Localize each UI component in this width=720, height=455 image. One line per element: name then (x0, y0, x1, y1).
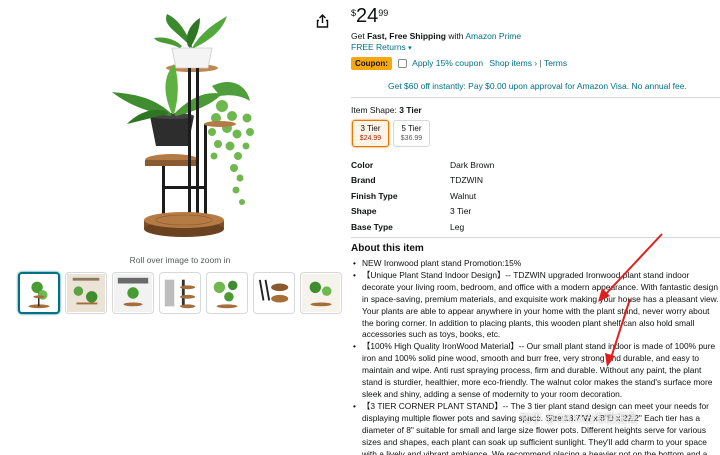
spec-value: TDZWIN (450, 175, 484, 186)
spec-key: Finish Type (351, 190, 398, 201)
bullet-item: 【Unique Plant Stand Indoor Design】-- TDZ… (351, 270, 720, 341)
thumbnail-strip (18, 272, 342, 314)
chevron-down-icon[interactable]: ▾ (408, 45, 412, 52)
coupon-badge: Coupon: (351, 57, 392, 70)
about-title: About this item (351, 243, 424, 254)
price-whole: 24 (356, 5, 379, 27)
spec-row-shape: Shape 3 Tier (351, 204, 494, 220)
spec-value: Leg (450, 221, 465, 232)
shape-option-name: 5 Tier (401, 124, 422, 133)
shape-option-price: $24.99 (359, 135, 382, 142)
apply-coupon-label[interactable]: Apply 15% coupon (412, 58, 483, 68)
chevron-right-icon: › (531, 58, 538, 68)
main-product-image[interactable] (92, 6, 270, 248)
watermark: 知乎 @OKKI出海情报局 (520, 413, 638, 425)
thumbnail-1[interactable] (18, 272, 60, 314)
spec-key: Base Type (351, 221, 393, 232)
bullet-item: 【3 TIER CORNER PLANT STAND】-- The 3 tier… (351, 401, 720, 455)
thumbnail-3[interactable] (112, 272, 154, 314)
shop-items-link[interactable]: Shop items (489, 58, 532, 68)
price: $2499 (351, 5, 388, 28)
item-shape-selected: 3 Tier (399, 105, 422, 115)
price-fraction: 99 (378, 8, 389, 18)
spec-value: Dark Brown (450, 159, 495, 170)
spec-key: Brand (351, 175, 376, 186)
terms-link[interactable]: Terms (544, 58, 567, 68)
spec-row-base: Base Type Leg (351, 219, 494, 235)
spec-row-finish: Finish Type Walnut (351, 188, 494, 204)
item-shape-label: Item Shape: 3 Tier (351, 105, 422, 115)
divider (351, 237, 720, 238)
bullet-item: NEW Ironwood plant stand Promotion:15% (351, 258, 720, 270)
shipping-get: Get (351, 31, 365, 41)
thumbnail-7[interactable] (300, 272, 342, 314)
share-button[interactable] (312, 11, 332, 31)
coupon-checkbox[interactable] (398, 59, 408, 69)
price-symbol: $ (351, 8, 357, 18)
prime-link[interactable]: Amazon Prime (465, 31, 521, 41)
free-returns-link[interactable]: FREE Returns (351, 42, 406, 52)
bullet-item: 【100% High Quality IronWood Material】-- … (351, 341, 720, 401)
shipping-line: Get Fast, Free Shipping with Amazon Prim… (351, 31, 521, 41)
thumbnail-4[interactable] (159, 272, 201, 314)
spec-row-color: Color Dark Brown (351, 157, 494, 173)
item-shape-label-text: Item Shape: (351, 105, 397, 115)
thumbnail-6[interactable] (253, 272, 295, 314)
visa-offer[interactable]: Get $60 off instantly: Pay $0.00 upon ap… (388, 81, 687, 91)
shipping-with: with (448, 31, 464, 41)
spec-table: Color Dark Brown Brand TDZWIN Finish Type W… (351, 157, 494, 235)
thumbnail-5[interactable] (206, 272, 248, 314)
zoom-hint: Roll over image to zoom in (129, 255, 231, 265)
shipping-fast-free: Fast, Free Shipping (367, 31, 446, 41)
divider (351, 97, 720, 98)
returns-line: FREE Returns ▾ (351, 42, 412, 52)
image-gallery: Roll over image to zoom in (0, 0, 342, 455)
shape-option-3-tier[interactable]: 3 Tier $24.99 (352, 120, 389, 147)
coupon-line: Coupon: Apply 15% coupon Shop items › | … (351, 57, 567, 70)
thumbnail-2[interactable] (65, 272, 107, 314)
spec-value: Walnut (450, 190, 477, 201)
shape-option-name: 3 Tier (360, 124, 381, 133)
spec-row-brand: Brand TDZWIN (351, 173, 494, 189)
share-icon (316, 14, 328, 28)
spec-key: Shape (351, 206, 377, 217)
shape-option-5-tier[interactable]: 5 Tier $36.99 (393, 120, 430, 147)
spec-key: Color (351, 159, 374, 170)
shape-option-price: $36.99 (400, 135, 423, 142)
spec-value: 3 Tier (450, 206, 472, 217)
